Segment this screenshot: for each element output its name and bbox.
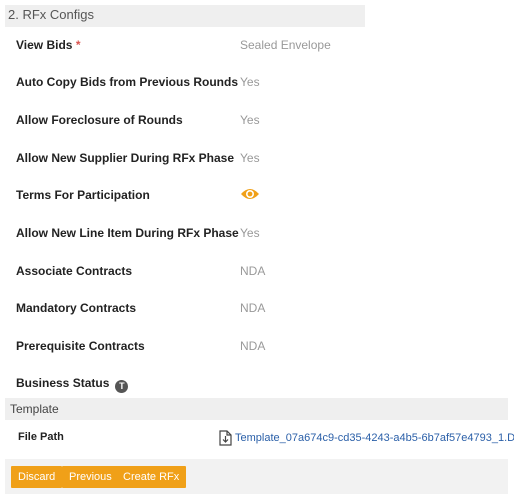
row-value: Yes — [240, 151, 260, 165]
row-label: Prerequisite Contracts — [16, 339, 145, 353]
row-value: Sealed Envelope — [240, 38, 331, 52]
file-name[interactable]: Template_07a674c9-cd35-4243-a4b5-6b7af57… — [235, 432, 514, 444]
eye-icon[interactable] — [240, 186, 260, 202]
template-section-header: Template — [5, 398, 508, 420]
row-terms-for-participation: Terms For Participation — [0, 185, 510, 205]
row-associate-contracts: Associate Contracts NDA — [0, 261, 510, 281]
file-path-label: File Path — [18, 431, 64, 443]
row-value: NDA — [240, 264, 266, 278]
row-label: Allow Foreclosure of Rounds — [16, 113, 183, 127]
required-marker: * — [75, 38, 81, 52]
row-value: Yes — [240, 75, 260, 89]
row-prerequisite-contracts: Prerequisite Contracts NDA — [0, 336, 510, 356]
section-header-rfx-configs: 2. RFx Configs — [5, 5, 365, 27]
row-mandatory-contracts: Mandatory Contracts NDA — [0, 298, 510, 318]
document-download-icon — [219, 430, 232, 446]
action-footer: Discard Previous Create RFx — [5, 459, 508, 494]
row-value: NDA — [240, 339, 266, 353]
row-label: Business Status T — [16, 373, 129, 393]
create-rfx-button[interactable]: Create RFx — [116, 466, 187, 488]
discard-button[interactable]: Discard — [11, 466, 63, 488]
row-label: Associate Contracts — [16, 264, 133, 278]
previous-button[interactable]: Previous — [62, 466, 119, 488]
row-value: Yes — [240, 226, 260, 240]
row-allow-new-supplier: Allow New Supplier During RFx Phase Yes — [0, 148, 510, 168]
row-label: Allow New Line Item During RFx Phase — [16, 226, 239, 240]
file-download-link[interactable]: Template_07a674c9-cd35-4243-a4b5-6b7af57… — [219, 430, 514, 446]
row-allow-new-line-item: Allow New Line Item During RFx Phase Yes — [0, 223, 510, 243]
template-title: Template — [10, 402, 59, 416]
row-value: Yes — [240, 113, 260, 127]
row-label: Terms For Participation — [16, 188, 150, 202]
row-allow-foreclosure: Allow Foreclosure of Rounds Yes — [0, 110, 510, 130]
row-label: View Bids * — [16, 38, 81, 52]
row-view-bids: View Bids * Sealed Envelope — [0, 35, 510, 55]
status-info-icon[interactable]: T — [115, 380, 129, 393]
row-value: NDA — [240, 301, 266, 315]
row-auto-copy-bids: Auto Copy Bids from Previous Rounds Yes — [0, 72, 510, 92]
section-title: 2. RFx Configs — [8, 7, 94, 22]
file-path-row: File Path Template_07a674c9-cd35-4243-a4… — [5, 425, 514, 455]
row-label: Auto Copy Bids from Previous Rounds — [16, 75, 239, 89]
row-label: Allow New Supplier During RFx Phase — [16, 151, 235, 165]
row-label: Mandatory Contracts — [16, 301, 137, 315]
row-business-status: Business Status T — [0, 373, 510, 393]
